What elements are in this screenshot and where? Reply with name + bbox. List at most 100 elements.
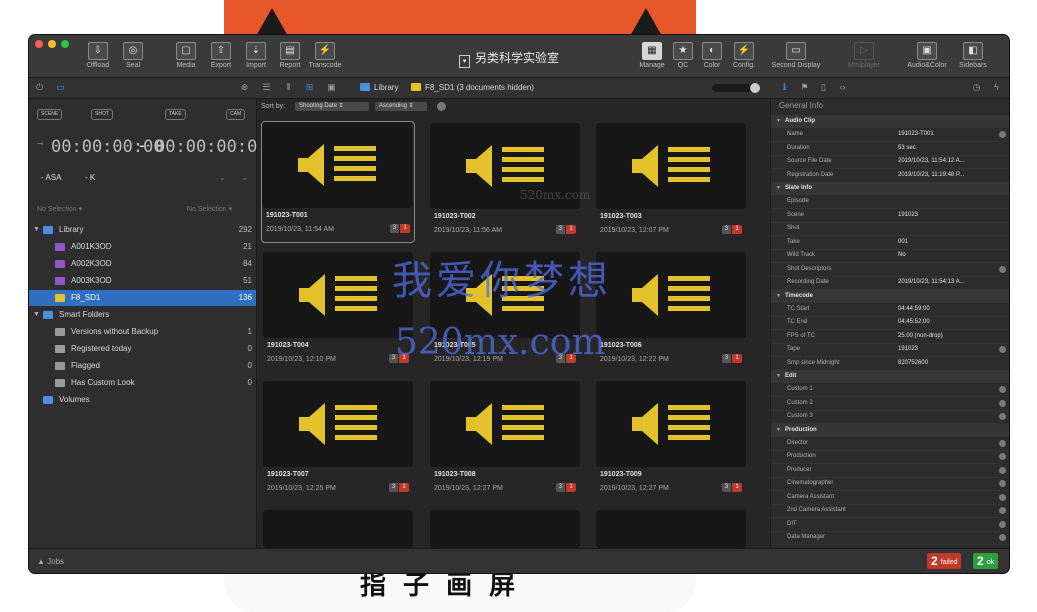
field-options-icon[interactable] [999,399,1006,407]
disclosure-triangle-icon[interactable]: ▼ [776,115,781,128]
no-selection-left[interactable]: No Selection ▾ [37,205,82,213]
info-field-value[interactable]: 191023 [898,343,918,356]
disclosure-triangle-icon[interactable]: ▼ [33,307,40,323]
clip-card-partial[interactable] [596,510,746,548]
toolbar-miniplayer-button[interactable]: ▷ Miniplayer [844,42,884,69]
clip-card[interactable]: 191023-T004 2019/10/23, 12:10 PM 3 1 [263,252,413,370]
column-view-icon[interactable]: ⫴ [283,82,294,93]
info-field-row[interactable]: Name 191023-T001 [771,128,1009,142]
filter-scene-dropdown[interactable]: SCENE [37,109,63,120]
info-field-row[interactable]: Scene 191023 [771,209,1009,223]
info-section-header[interactable]: ▼ Timecode [771,289,1009,303]
info-field-row[interactable]: Custom 2 [771,397,1009,411]
clip-card[interactable]: 191023-T006 2019/10/23, 12:22 PM 3 1 [596,252,746,370]
toolbar-import-button[interactable]: ⇣ Import [242,42,270,69]
info-field-value[interactable]: 2019/10/23, 11:19:48 P... [898,169,964,182]
timecode-in-field[interactable]: 00:00:00:00 [51,137,164,157]
sidebar-item-volumes[interactable]: Volumes [29,392,256,408]
info-field-row[interactable]: 2nd Camera Assistant [771,504,1009,518]
field-options-icon[interactable] [999,480,1006,487]
filter-clear-icon[interactable]: ⊗ [239,82,250,93]
info-field-row[interactable]: Shot [771,222,1009,236]
info-section-header[interactable]: ▼ Edit [771,370,1009,383]
toolbar-export-button[interactable]: ⇧ Export [207,42,235,69]
asa-dropdown-arrow[interactable]: ⌄ [219,173,226,182]
code-tab-icon[interactable]: ‹› [837,82,848,93]
k-dropdown-arrow[interactable]: ⌄ [241,173,248,182]
clip-card[interactable]: 191023-T008 2019/10/23, 12:27 PM 3 1 [430,381,580,499]
slider-knob[interactable] [750,83,760,93]
sidebar-item-smart-folders[interactable]: ▼ Smart Folders [29,307,256,323]
toolbar-transcode-button[interactable]: ⚡ Transcode [305,42,345,69]
history-icon[interactable]: ◷ [971,82,982,93]
info-field-value[interactable]: No [898,249,906,262]
info-field-value[interactable]: 820752600 [898,357,928,370]
disclosure-triangle-icon[interactable]: ▼ [33,222,40,238]
clip-card-partial[interactable] [430,510,580,548]
info-field-row[interactable]: Tape 191023 [771,343,1009,357]
info-field-row[interactable]: Director [771,437,1009,451]
info-field-value[interactable]: 25.00 (non-drop) [898,330,943,343]
document-tab-icon[interactable]: ▯ [818,82,829,93]
info-field-value[interactable]: 191023-T001 [898,128,934,141]
zoom-window-button[interactable] [61,40,69,48]
clip-card[interactable]: 191023-T002 2019/10/23, 11:56 AM 3 1 [430,123,580,241]
info-field-row[interactable]: Smp since Midnight 820752600 [771,357,1009,371]
field-options-icon[interactable] [999,386,1006,393]
info-field-value[interactable]: 2019/10/23, 11:54:13 A... [898,276,965,289]
bolt-icon[interactable]: ϟ [991,82,1002,93]
info-field-value[interactable]: 04:44:59:00 [898,303,930,316]
info-section-header[interactable]: ▼ Production [771,423,1009,437]
info-field-row[interactable]: Cinematographer [771,477,1009,491]
info-field-value[interactable]: 2019/10/23, 11:54:12 A... [898,155,965,168]
sidebar-item-a002k3od[interactable]: A002K3OD 84 [29,256,256,272]
sort-options-icon[interactable] [437,102,446,111]
toolbar-seal-button[interactable]: ◎ Seal [119,42,147,69]
field-options-icon[interactable] [999,493,1006,501]
disclosure-triangle-icon[interactable]: ▼ [776,424,781,437]
ok-jobs-badge[interactable]: 2 ok [973,553,999,569]
sidebar-item-a001k3od[interactable]: A001K3OD 21 [29,239,256,255]
asa-filter[interactable]: - ASA [41,173,61,182]
info-field-row[interactable]: Production [771,450,1009,464]
filter-cam-dropdown[interactable]: CAM [226,109,246,120]
info-field-row[interactable]: Episode [771,195,1009,209]
field-options-icon[interactable] [999,265,1006,273]
minimize-window-button[interactable] [48,40,56,48]
toolbar-report-button[interactable]: ▤ Report [276,42,304,69]
disclosure-triangle-icon[interactable]: ▼ [776,290,781,303]
toolbar-config-button[interactable]: ⚡ Config. [730,42,758,69]
info-field-row[interactable]: TC Start 04:44:59:00 [771,303,1009,317]
sidebar-item-registered-today[interactable]: Registered today 0 [29,341,256,357]
info-field-row[interactable]: Wild Track No [771,249,1009,263]
field-options-icon[interactable] [999,131,1006,138]
field-options-icon[interactable] [999,520,1006,528]
info-field-row[interactable]: Recording Date 2019/10/23, 11:54:13 A... [771,276,1009,290]
info-tab-icon[interactable]: ℹ [779,82,790,93]
field-options-icon[interactable] [999,507,1006,514]
browser-tab-icon[interactable]: ▭ [55,82,66,93]
breadcrumb-library[interactable]: Library [360,83,398,92]
close-window-button[interactable] [35,40,43,48]
thumbnail-size-slider[interactable] [712,83,760,93]
toolbar-manage-button[interactable]: ▦ Manage [637,42,667,69]
failed-jobs-badge[interactable]: 2 failed [927,553,962,569]
info-section-header[interactable]: ▼ Audio Clip [771,115,1009,128]
toolbar-offload-button[interactable]: ⇩ Offload [84,42,112,69]
field-options-icon[interactable] [999,413,1006,420]
info-field-row[interactable]: Duration 53 sec [771,142,1009,156]
field-options-icon[interactable] [999,534,1006,541]
info-field-row[interactable]: Custom 1 [771,383,1009,397]
field-options-icon[interactable] [999,439,1006,447]
clip-card-partial[interactable] [263,510,413,548]
disclosure-triangle-icon[interactable]: ▼ [776,182,781,195]
sidebar-item-f8-sd1[interactable]: F8_SD1 136 [29,290,256,306]
info-field-row[interactable]: Producer [771,464,1009,478]
jobs-toggle[interactable]: ▲ Jobs [37,557,64,566]
list-view-icon[interactable]: ☰ [261,82,272,93]
info-field-value[interactable]: 53 sec [898,142,916,155]
disclosure-triangle-icon[interactable]: ▼ [776,370,781,383]
sidebar-item-has-custom-look[interactable]: Has Custom Look 0 [29,375,256,391]
sort-field-select[interactable]: Shooting Date ⇕ [295,102,369,111]
info-field-row[interactable]: Camera Assistant [771,491,1009,505]
